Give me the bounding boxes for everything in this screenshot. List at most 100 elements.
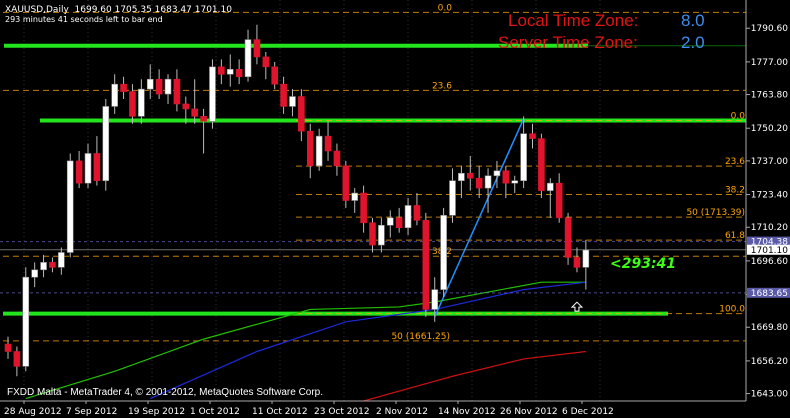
candle-bear xyxy=(200,116,207,122)
time-tick-label: 14 Nov 2012 xyxy=(438,407,496,417)
fib-label: 50 (1661.25) xyxy=(391,332,450,342)
local-timezone-value: 8.0 xyxy=(681,11,705,30)
candle-bull xyxy=(102,106,110,181)
candle-bull xyxy=(520,133,527,181)
candle-bull xyxy=(146,78,154,90)
candlesticks xyxy=(4,24,590,377)
candle-bear xyxy=(369,222,376,246)
candle-bull xyxy=(484,175,492,189)
candle-bull xyxy=(351,192,359,201)
fib-label: 38.2 xyxy=(725,186,745,196)
candle-bull xyxy=(209,66,216,122)
local-timezone-label: Local Time Zone: xyxy=(508,11,639,30)
price-tick-label: 1723.40 xyxy=(751,191,788,201)
fib-label: 0.0 xyxy=(438,3,453,13)
time-tick-label: 23 Oct 2012 xyxy=(314,407,370,417)
candle-bull xyxy=(289,96,296,107)
candle-bull xyxy=(431,289,439,310)
candle-bear xyxy=(253,39,261,58)
time-tick-label: 26 Nov 2012 xyxy=(500,407,558,417)
price-axis: 1790.60 1777.00 1763.80 1750.20 1737.00 1723.… xyxy=(745,0,790,401)
moving-averages xyxy=(25,281,586,402)
price-tick-label: 1790.60 xyxy=(751,24,788,34)
time-tick-label: 19 Sep 2012 xyxy=(128,407,185,417)
time-tick-label: 7 Sep 2012 xyxy=(66,407,117,417)
candle-bull xyxy=(40,262,47,271)
candle-bull xyxy=(493,170,501,177)
candle-bear xyxy=(333,150,341,167)
price-tick-label: 1777.00 xyxy=(751,58,788,68)
candle-bear xyxy=(538,138,545,191)
time-tick-label: 28 Aug 2012 xyxy=(4,407,62,417)
candle-bear xyxy=(155,78,163,95)
candle-bear xyxy=(529,133,536,139)
candle-bear xyxy=(120,83,127,92)
fib-label: 50 (1713.39) xyxy=(686,208,745,218)
candle-bear xyxy=(271,66,279,85)
time-tick-label: 6 Dec 2012 xyxy=(562,407,614,417)
candle-bear xyxy=(235,69,243,78)
candle-bull xyxy=(386,217,394,226)
price-tick-label: 1710.20 xyxy=(751,223,788,233)
candle-bear xyxy=(475,177,483,189)
candle-bull xyxy=(378,224,385,246)
candle-bear xyxy=(4,343,12,352)
fib-label: 0.0 xyxy=(731,112,746,122)
time-tick-label: 2 Nov 2012 xyxy=(376,407,428,417)
candle-bull xyxy=(458,172,465,181)
candle-bear xyxy=(422,220,430,310)
time-tick-label: 11 Oct 2012 xyxy=(252,407,308,417)
bar-time-left: 293 minutes 41 seconds left to bar end xyxy=(5,15,163,24)
trendline[interactable] xyxy=(0,118,746,318)
candle-bull xyxy=(315,135,323,167)
price-tick-label: 1737.00 xyxy=(751,157,788,167)
bar-countdown: <293:41 xyxy=(610,256,677,272)
candle-bear xyxy=(395,217,403,229)
candle-bear xyxy=(555,182,563,219)
price-marker-label: 1683.65 xyxy=(751,289,788,299)
candle-bull xyxy=(22,276,30,367)
candle-bull xyxy=(511,180,519,184)
price-tick-label: 1656.20 xyxy=(751,357,788,367)
ohlc-values: 1699.60 1705.35 1683.47 1701.10 xyxy=(74,5,232,15)
candle-bear xyxy=(466,172,474,179)
price-tick-label: 1669.80 xyxy=(751,323,788,333)
candle-bear xyxy=(306,130,314,167)
candle-bull xyxy=(58,252,65,268)
candle-bull xyxy=(449,180,456,216)
candle-bear xyxy=(129,91,136,117)
server-timezone-value: 2.0 xyxy=(681,33,705,52)
fib-label: 23.6 xyxy=(432,81,452,91)
fib-label: 23.6 xyxy=(725,157,745,167)
fib-label: 61.8 xyxy=(725,231,745,241)
candle-bear xyxy=(13,351,21,367)
symbol-label: XAUUSD,Daily xyxy=(5,5,69,15)
candle-bull xyxy=(244,39,252,78)
candle-bear xyxy=(75,160,83,184)
arrow-up-icon xyxy=(570,301,584,312)
candle-bear xyxy=(342,165,350,201)
price-tick-label: 1696.60 xyxy=(751,257,788,267)
candle-bear xyxy=(564,217,572,258)
candle-bull xyxy=(31,269,38,278)
price-marker-label: 1701.10 xyxy=(751,246,788,256)
trendline-segment xyxy=(434,118,525,318)
candle-bull xyxy=(66,160,74,253)
time-axis: 28 Aug 2012 7 Sep 2012 19 Sep 2012 1 Oct 20… xyxy=(0,400,746,417)
price-chart[interactable]: 0.023.638.250 (1713.39)61.8100.00.023.63… xyxy=(0,0,790,418)
candle-bear xyxy=(573,257,581,268)
candle-bear xyxy=(360,192,367,224)
price-tick-label: 1643.00 xyxy=(751,390,788,400)
candle-bull xyxy=(226,69,234,75)
candle-bull xyxy=(84,153,92,184)
candle-bull xyxy=(546,182,554,191)
fibonacci-levels[interactable]: 0.023.638.250 (1713.39)61.8100.00.023.63… xyxy=(3,3,746,342)
price-tick-label: 1763.80 xyxy=(751,91,788,101)
server-timezone-label: Server Time Zone: xyxy=(498,33,638,52)
candle-bear xyxy=(93,153,101,181)
candle-bear xyxy=(413,205,421,221)
time-tick-label: 1 Oct 2012 xyxy=(190,407,240,417)
candle-bull xyxy=(138,88,145,117)
candle-bear xyxy=(182,103,190,110)
candle-bull xyxy=(582,249,590,268)
